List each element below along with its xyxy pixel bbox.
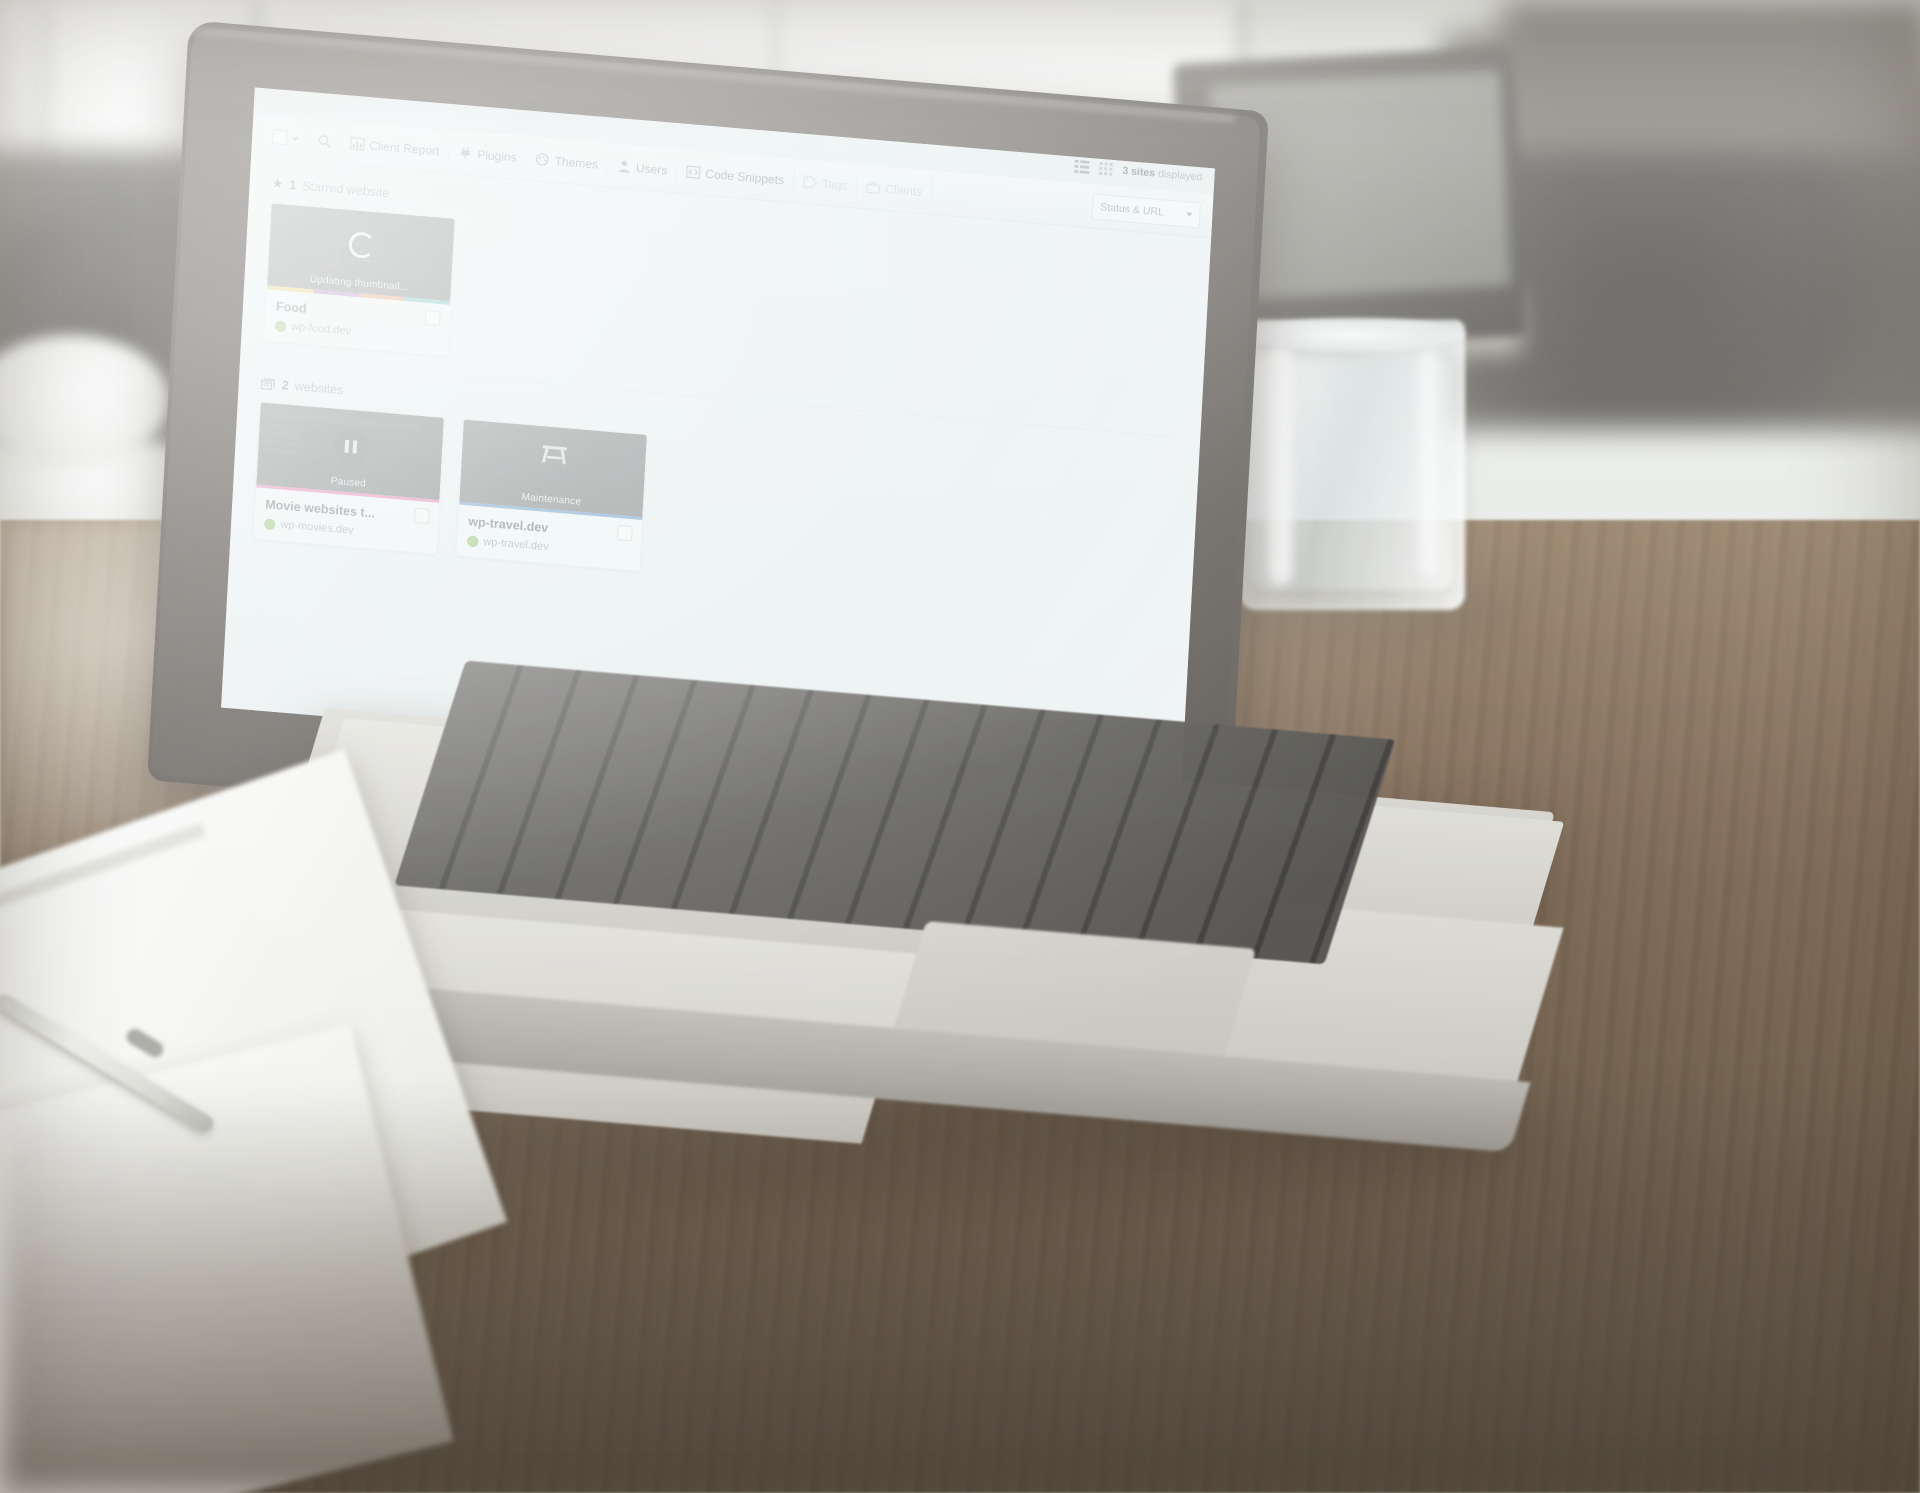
glass-highlight [1268, 345, 1292, 585]
star-icon: ★ [271, 175, 284, 192]
toolbar-label: Clients [885, 181, 923, 199]
site-thumbnail[interactable]: Updating thumbnail... [267, 203, 455, 301]
card-checkbox[interactable] [617, 524, 633, 542]
client-icon [866, 182, 881, 195]
site-card[interactable]: Paused Movie websites t... wp-movies.dev [252, 401, 445, 555]
grid-view-icon[interactable] [1098, 161, 1114, 176]
office-chair-right-back [1500, 0, 1920, 150]
toolbar-label: Code Snippets [705, 166, 785, 187]
site-thumbnail[interactable]: Maintenance [459, 419, 647, 518]
globe-online-icon [274, 319, 287, 332]
toolbar-label: Themes [554, 153, 599, 172]
sites-count-number: 3 sites [1122, 164, 1156, 180]
sites-displayed-count: 3 sites displayed [1122, 164, 1203, 183]
section-label: websites [294, 379, 344, 398]
toolbar-item-code-snippets[interactable]: Code Snippets [676, 155, 795, 196]
section-count: 1 [289, 177, 297, 193]
search-icon[interactable] [317, 134, 332, 148]
sites-count-suffix: displayed [1154, 167, 1203, 184]
status-url-filter[interactable]: Status & URL [1091, 192, 1202, 229]
toolbar-item-plugins[interactable]: Plugins [448, 136, 528, 174]
section-count: 2 [281, 378, 290, 393]
card-checkbox[interactable] [414, 507, 430, 525]
maintenance-icon [541, 445, 567, 465]
glass-highlight [1420, 350, 1438, 575]
site-card[interactable]: Updating thumbnail... Food wp-food.dev [263, 202, 456, 357]
photo-scene: 3 sites displayed Client Report Plugins … [0, 0, 1920, 1493]
site-card[interactable]: Maintenance wp-travel.dev wp-travel.dev [455, 418, 648, 573]
card-checkbox[interactable] [424, 309, 441, 327]
toolbar-item-users[interactable]: Users [607, 150, 679, 186]
users-icon [618, 160, 629, 173]
chevron-down-icon[interactable] [292, 136, 299, 141]
toolbar-label: Users [635, 160, 668, 178]
site-url[interactable]: wp-food.dev [291, 321, 352, 338]
section-label: Starred website [301, 178, 390, 201]
pause-bar [344, 439, 349, 453]
site-thumbnail[interactable]: Paused [256, 402, 444, 500]
bulk-select-dropdown[interactable] [261, 120, 310, 155]
code-icon [686, 165, 701, 179]
globe-online-icon [263, 517, 276, 530]
toolbar-label: Client Report [368, 137, 440, 158]
toolbar-label: Plugins [476, 146, 518, 165]
tag-icon [803, 175, 818, 189]
checkbox-icon[interactable] [271, 129, 288, 146]
glass-rim [1240, 318, 1465, 352]
plugin-icon [461, 147, 470, 160]
list-view-icon[interactable] [1074, 159, 1090, 174]
cards-row: Paused Movie websites t... wp-movies.dev [252, 401, 1176, 616]
pause-bar [352, 439, 357, 454]
site-url[interactable]: wp-travel.dev [483, 536, 549, 554]
globe-online-icon [466, 534, 479, 547]
status-url-filter-label: Status & URL [1099, 200, 1165, 218]
toolbar-label: Tags [821, 176, 848, 193]
toolbar-item-themes[interactable]: Themes [525, 143, 609, 181]
toolbar-item-client-report[interactable]: Client Report [340, 127, 451, 167]
theme-icon [536, 153, 549, 166]
toolbar-item-tags: Tags [793, 165, 859, 202]
chevron-down-icon[interactable] [1186, 211, 1193, 217]
sites-icon [260, 377, 275, 390]
toolbar-item-clients: Clients [856, 171, 933, 208]
foreground-blur [0, 1080, 1920, 1493]
search-button[interactable] [307, 124, 343, 158]
report-icon [349, 137, 365, 151]
site-url[interactable]: wp-movies.dev [280, 519, 354, 537]
